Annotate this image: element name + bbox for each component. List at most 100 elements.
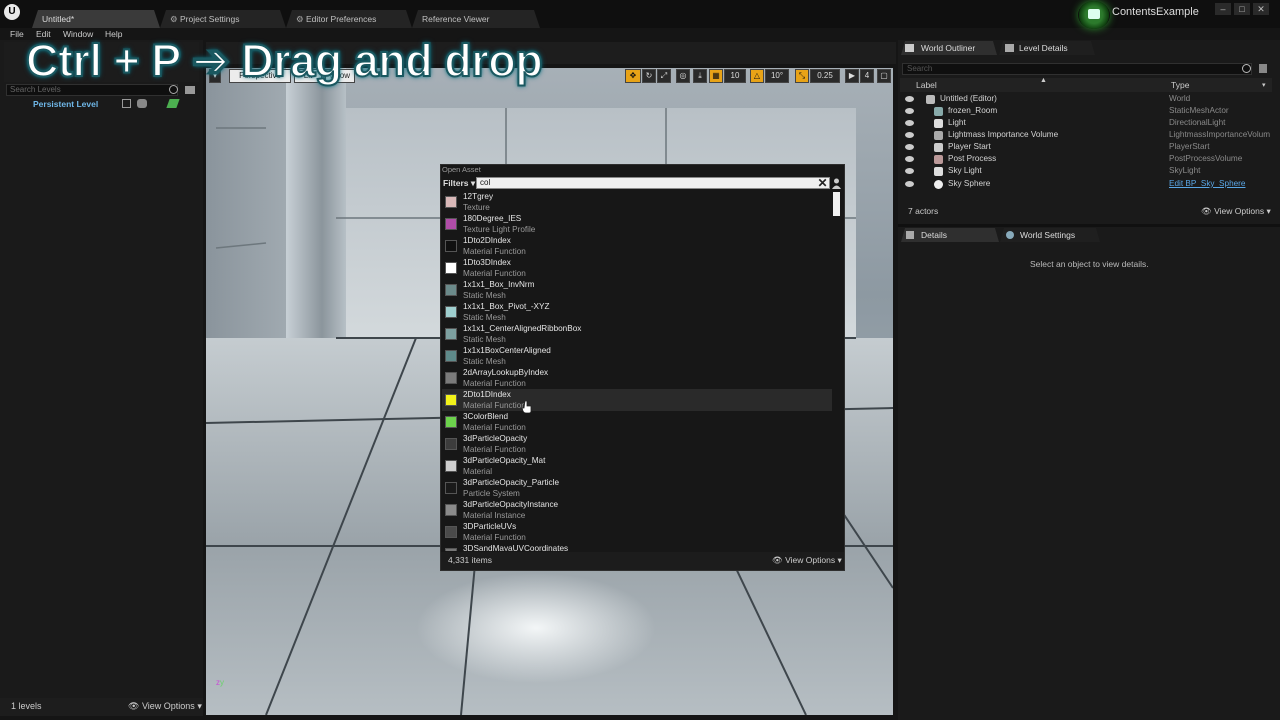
edit-blueprint-link[interactable]: Edit BP_Sky_Sphere <box>1169 178 1245 190</box>
menu-file[interactable]: File <box>10 29 24 39</box>
dialog-title: Open Asset <box>442 165 481 174</box>
visibility-eye-icon[interactable] <box>905 181 914 187</box>
asset-item[interactable]: 2Dto1DIndex Material Function <box>442 389 832 411</box>
scale-snap-icon[interactable]: ⤡ <box>795 69 809 83</box>
row-type: PlayerStart <box>1169 142 1210 151</box>
lock-icon[interactable] <box>122 99 131 108</box>
asset-item[interactable]: 1x1x1_Box_Pivot_-XYZ Static Mesh <box>442 301 832 323</box>
gear-icon: ⚙ <box>170 14 180 24</box>
visibility-eye-icon[interactable] <box>905 108 914 114</box>
scale-tool-icon[interactable]: ⤢ <box>657 69 671 83</box>
outliner-search-input[interactable]: Search <box>902 63 1252 75</box>
outliner-icon <box>905 44 914 52</box>
levels-view-options-button[interactable]: 👁 View Options ▾ <box>128 701 202 712</box>
tab-details[interactable]: Details <box>901 228 999 242</box>
column-type[interactable]: Type <box>1171 80 1189 90</box>
world-local-icon[interactable]: ◎ <box>676 69 690 83</box>
clear-search-icon[interactable]: ✕ <box>817 177 828 189</box>
asset-item[interactable]: 1x1x1BoxCenterAligned Static Mesh <box>442 345 832 367</box>
outliner-row[interactable]: Untitled (Editor) World <box>900 93 1272 105</box>
tab-untitled[interactable]: Untitled* <box>32 10 160 28</box>
unreal-logo-icon[interactable]: U <box>4 4 20 20</box>
asset-type: Material Function <box>463 379 526 388</box>
visibility-eye-icon[interactable] <box>905 132 914 138</box>
asset-item[interactable]: 3DSandMayaUVCoordinates <box>442 543 832 551</box>
tab-world-outliner[interactable]: World Outliner <box>901 41 997 55</box>
asset-item[interactable]: 3dParticleOpacity_Particle Particle Syste… <box>442 477 832 499</box>
asset-type: Material <box>463 467 493 476</box>
minimize-button[interactable]: – <box>1215 3 1231 15</box>
asset-type: Material Function <box>463 269 526 278</box>
asset-item[interactable]: 3dParticleOpacity Material Function <box>442 433 832 455</box>
sort-ascending-icon: ▲ <box>1040 77 1047 84</box>
filters-dropdown[interactable]: Filters ▾ <box>443 178 475 189</box>
tab-project-settings[interactable]: ⚙ Project Settings <box>160 10 286 28</box>
asset-list[interactable]: 12Tgrey Texture 180Degree_IES Texture Light… <box>442 191 832 551</box>
tab-label: World Outliner <box>921 43 976 53</box>
maximize-viewport-icon[interactable]: ▢ <box>877 69 891 83</box>
asset-thumbnail-icon <box>445 526 457 538</box>
persistent-level-item[interactable]: Persistent Level <box>33 99 98 109</box>
asset-item[interactable]: 1x1x1_Box_InvNrm Static Mesh <box>442 279 832 301</box>
rotate-tool-icon[interactable]: ↻ <box>642 69 656 83</box>
visibility-eye-icon[interactable] <box>905 96 914 102</box>
outliner-row[interactable]: Sky Sphere Edit BP_Sky_Sphere <box>900 178 1272 190</box>
add-level-icon[interactable] <box>185 86 195 94</box>
asset-item[interactable]: 3dParticleOpacityInstance Material Instan… <box>442 499 832 521</box>
outliner-row[interactable]: frozen_Room StaticMeshActor <box>900 105 1272 117</box>
asset-item[interactable]: 2dArrayLookupByIndex Material Function <box>442 367 832 389</box>
outliner-row[interactable]: Light DirectionalLight <box>900 117 1272 129</box>
tab-label: Untitled* <box>42 14 75 24</box>
grid-snap-value[interactable]: 10 <box>724 69 746 83</box>
visibility-eye-icon[interactable] <box>905 156 914 162</box>
column-label[interactable]: Label <box>916 80 937 90</box>
row-label: Post Process <box>948 154 997 163</box>
asset-thumbnail-icon <box>445 438 457 450</box>
rotation-snap-icon[interactable]: △ <box>750 69 764 83</box>
asset-item[interactable]: 3DParticleUVs Material Function <box>442 521 832 543</box>
column-dropdown-icon[interactable]: ▾ <box>1262 81 1266 89</box>
asset-item[interactable]: 3dParticleOpacity_Mat Material <box>442 455 832 477</box>
outliner-view-options-button[interactable]: 👁 View Options ▾ <box>1201 206 1271 217</box>
asset-list-scrollbar[interactable] <box>833 192 840 216</box>
asset-item[interactable]: 1Dto3DIndex Material Function <box>442 257 832 279</box>
asset-type: Static Mesh <box>463 291 506 300</box>
outliner-options-icon[interactable] <box>1259 64 1267 73</box>
filters-label: Filters <box>443 178 469 188</box>
tab-reference-viewer[interactable]: Reference Viewer <box>412 10 540 28</box>
asset-item[interactable]: 3ColorBlend Material Function <box>442 411 832 433</box>
directional-light-icon <box>934 119 943 128</box>
asset-thumbnail-icon <box>445 460 457 472</box>
outliner-row[interactable]: Sky Light SkyLight <box>900 165 1272 177</box>
outliner-row[interactable]: Post Process PostProcessVolume <box>900 153 1272 165</box>
asset-type: Material Instance <box>463 511 526 520</box>
camera-speed-value[interactable]: 4 <box>860 69 874 83</box>
gamepad-icon[interactable] <box>137 99 147 108</box>
tab-world-settings[interactable]: World Settings <box>1000 228 1100 242</box>
scale-snap-value[interactable]: 0.25 <box>810 69 840 83</box>
row-type: SkyLight <box>1169 166 1201 175</box>
person-icon[interactable] <box>832 178 841 189</box>
visibility-eye-icon[interactable] <box>905 144 914 150</box>
surface-snap-icon[interactable]: ⤓ <box>693 69 707 83</box>
asset-name: 3dParticleOpacityInstance <box>463 500 559 509</box>
maximize-button[interactable]: □ <box>1234 3 1250 15</box>
dialog-view-options-button[interactable]: 👁 View Options ▾ <box>772 555 842 566</box>
row-type: LightmassImportanceVolum <box>1169 130 1271 139</box>
tab-editor-preferences[interactable]: ⚙ Editor Preferences <box>286 10 412 28</box>
close-window-button[interactable]: ✕ <box>1253 3 1269 15</box>
asset-item[interactable]: 12Tgrey Texture <box>442 191 832 213</box>
asset-type: Material Function <box>463 401 526 410</box>
asset-item[interactable]: 180Degree_IES Texture Light Profile <box>442 213 832 235</box>
outliner-row[interactable]: Player Start PlayerStart <box>900 141 1272 153</box>
asset-item[interactable]: 1x1x1_CenterAlignedRibbonBox Static Mesh <box>442 323 832 345</box>
translate-tool-icon[interactable]: ✥ <box>625 69 641 83</box>
visibility-eye-icon[interactable] <box>905 168 914 174</box>
camera-speed-icon[interactable]: ▶ <box>845 69 859 83</box>
grid-snap-icon[interactable]: ▦ <box>709 69 723 83</box>
rotation-snap-value[interactable]: 10° <box>765 69 789 83</box>
asset-search-input[interactable]: col <box>476 177 830 189</box>
asset-item[interactable]: 1Dto2DIndex Material Function <box>442 235 832 257</box>
outliner-row[interactable]: Lightmass Importance Volume LightmassImpo… <box>900 129 1272 141</box>
visibility-eye-icon[interactable] <box>905 120 914 126</box>
